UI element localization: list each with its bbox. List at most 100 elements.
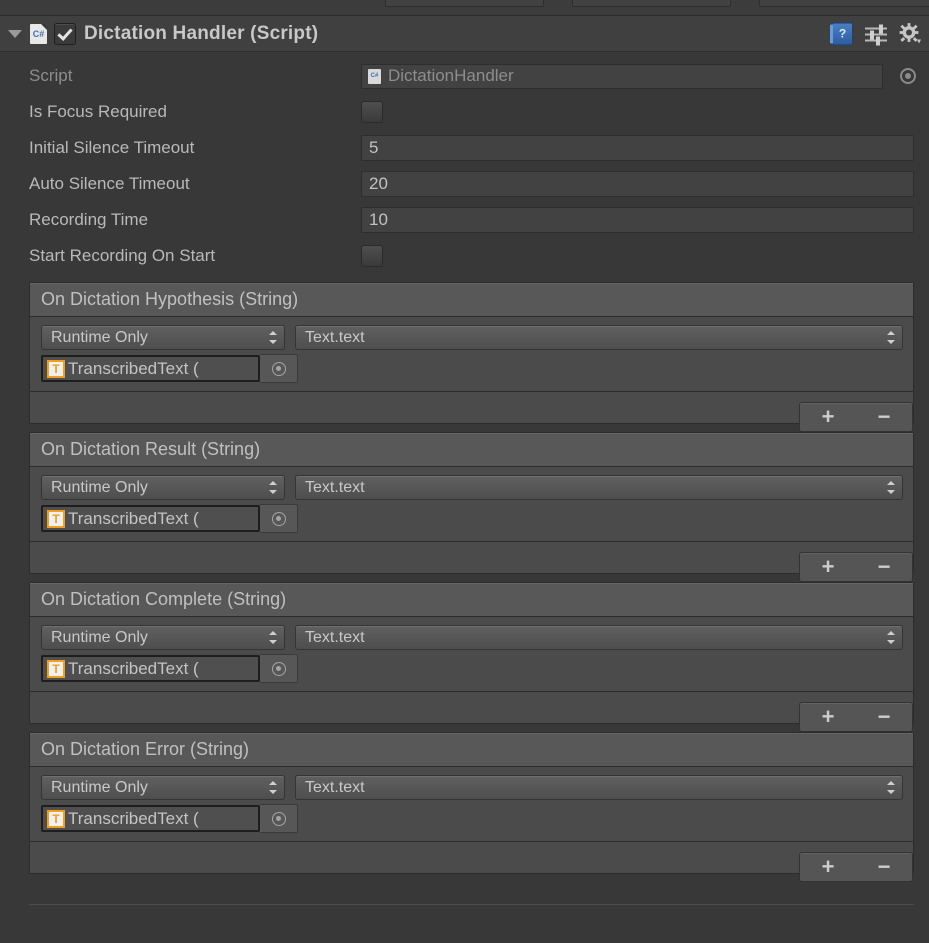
clipped-toolbar-strip	[0, 0, 929, 16]
property-row-script: Script C# DictationHandler	[0, 58, 929, 94]
initial-silence-timeout-input[interactable]: 5	[361, 135, 914, 161]
event-target-object-field[interactable]: T TranscribedText (	[41, 505, 260, 532]
page-title: Dictation Handler (Script)	[84, 22, 319, 44]
auto-silence-timeout-input[interactable]: 20	[361, 171, 914, 197]
event-target-picker-button[interactable]	[260, 654, 298, 683]
remove-event-button[interactable]: −	[856, 403, 912, 431]
text-component-icon: T	[47, 809, 65, 828]
dropdown-value: Runtime Only	[51, 328, 148, 346]
recording-time-input[interactable]: 10	[361, 207, 914, 233]
chevron-updown-icon	[268, 330, 278, 345]
event-callback-mode-dropdown[interactable]: Runtime Only	[41, 625, 285, 650]
script-object-field[interactable]: C# DictationHandler	[361, 63, 916, 89]
text-component-icon: T	[47, 509, 65, 528]
property-label: Initial Silence Timeout	[29, 138, 195, 157]
event-entry-list: Runtime Only Text.text T TranscribedText…	[30, 467, 913, 541]
add-event-button[interactable]: +	[800, 403, 856, 431]
component-header[interactable]: C# Dictation Handler (Script) ?	[0, 16, 929, 52]
property-row-start-recording-on-start: Start Recording On Start	[0, 238, 929, 274]
property-label: Auto Silence Timeout	[29, 174, 190, 193]
event-target-object-field[interactable]: T TranscribedText (	[41, 355, 260, 382]
event-entry-list: Runtime Only Text.text T TranscribedText…	[30, 617, 913, 691]
header-icon-group: ?	[830, 22, 921, 46]
add-event-button[interactable]: +	[800, 553, 856, 581]
dropdown-value: Text.text	[305, 478, 365, 496]
event-title: On Dictation Hypothesis (String)	[30, 283, 913, 317]
event-target-row: T TranscribedText (	[41, 804, 903, 833]
event-title: On Dictation Result (String)	[30, 433, 913, 467]
event-function-dropdown[interactable]: Text.text	[295, 475, 903, 500]
help-icon[interactable]: ?	[830, 22, 853, 45]
event-entry-row: Runtime Only Text.text	[41, 475, 903, 500]
event-target-value: TranscribedText (	[68, 358, 199, 378]
event-callback-mode-dropdown[interactable]: Runtime Only	[41, 475, 285, 500]
dropdown-value: Text.text	[305, 628, 365, 646]
object-picker-icon	[271, 361, 286, 376]
event-entry-row: Runtime Only Text.text	[41, 625, 903, 650]
dropdown-value: Text.text	[305, 778, 365, 796]
chevron-updown-icon	[268, 630, 278, 645]
clipped-field	[385, 0, 544, 7]
component-enabled-checkbox[interactable]	[54, 22, 76, 45]
event-panel: On Dictation Error (String) Runtime Only…	[29, 732, 914, 842]
divider	[29, 904, 914, 905]
event-footer: + −	[29, 692, 914, 732]
event-callback-mode-dropdown[interactable]: Runtime Only	[41, 325, 285, 350]
chevron-updown-icon	[886, 330, 896, 345]
property-label: Start Recording On Start	[29, 246, 216, 265]
preset-icon[interactable]	[865, 24, 887, 46]
event-footer: + −	[29, 542, 914, 582]
unity-event-block: On Dictation Error (String) Runtime Only…	[29, 732, 914, 882]
remove-icon: −	[877, 704, 891, 729]
event-entry-row: Runtime Only Text.text	[41, 775, 903, 800]
remove-event-button[interactable]: −	[856, 703, 912, 731]
event-callback-mode-dropdown[interactable]: Runtime Only	[41, 775, 285, 800]
event-function-dropdown[interactable]: Text.text	[295, 325, 903, 350]
chevron-updown-icon	[886, 630, 896, 645]
foldout-arrow-icon[interactable]	[8, 29, 22, 38]
object-picker-icon[interactable]	[900, 68, 916, 84]
unity-event-block: On Dictation Hypothesis (String) Runtime…	[29, 282, 914, 432]
text-component-icon: T	[47, 659, 65, 678]
event-entry-list: Runtime Only Text.text T TranscribedText…	[30, 767, 913, 841]
event-target-picker-button[interactable]	[260, 804, 298, 833]
inspector-footer	[29, 874, 914, 913]
event-target-picker-button[interactable]	[260, 504, 298, 533]
start-recording-on-start-checkbox[interactable]	[361, 245, 383, 267]
event-target-object-field[interactable]: T TranscribedText (	[41, 805, 260, 832]
event-target-row: T TranscribedText (	[41, 504, 903, 533]
csharp-script-icon: C#	[30, 23, 47, 44]
dropdown-value: Runtime Only	[51, 628, 148, 646]
event-footer: + −	[29, 842, 914, 882]
chevron-updown-icon	[886, 780, 896, 795]
event-target-object-field[interactable]: T TranscribedText (	[41, 655, 260, 682]
event-add-remove-group: + −	[799, 552, 913, 582]
event-function-dropdown[interactable]: Text.text	[295, 775, 903, 800]
event-add-remove-group: + −	[799, 702, 913, 732]
object-picker-icon	[271, 511, 286, 526]
unity-event-block: On Dictation Result (String) Runtime Onl…	[29, 432, 914, 582]
clipped-field	[759, 0, 929, 7]
clipped-field	[572, 0, 731, 7]
event-target-value: TranscribedText (	[68, 658, 199, 678]
add-event-button[interactable]: +	[800, 703, 856, 731]
event-entry-row: Runtime Only Text.text	[41, 325, 903, 350]
event-target-picker-button[interactable]	[260, 354, 298, 383]
chevron-updown-icon	[886, 480, 896, 495]
remove-event-button[interactable]: −	[856, 553, 912, 581]
text-component-icon: T	[47, 359, 65, 378]
property-row-is-focus-required: Is Focus Required	[0, 94, 929, 130]
event-title: On Dictation Error (String)	[30, 733, 913, 767]
event-function-dropdown[interactable]: Text.text	[295, 625, 903, 650]
script-object-value: DictationHandler	[388, 66, 514, 85]
event-footer: + −	[29, 392, 914, 432]
event-target-row: T TranscribedText (	[41, 654, 903, 683]
event-target-value: TranscribedText (	[68, 508, 199, 528]
add-icon: +	[821, 404, 835, 429]
dropdown-value: Text.text	[305, 328, 365, 346]
event-target-row: T TranscribedText (	[41, 354, 903, 383]
property-row-recording-time: Recording Time 10	[0, 202, 929, 238]
is-focus-required-checkbox[interactable]	[361, 101, 383, 123]
property-row-initial-silence-timeout: Initial Silence Timeout 5	[0, 130, 929, 166]
gear-icon[interactable]	[899, 23, 921, 45]
